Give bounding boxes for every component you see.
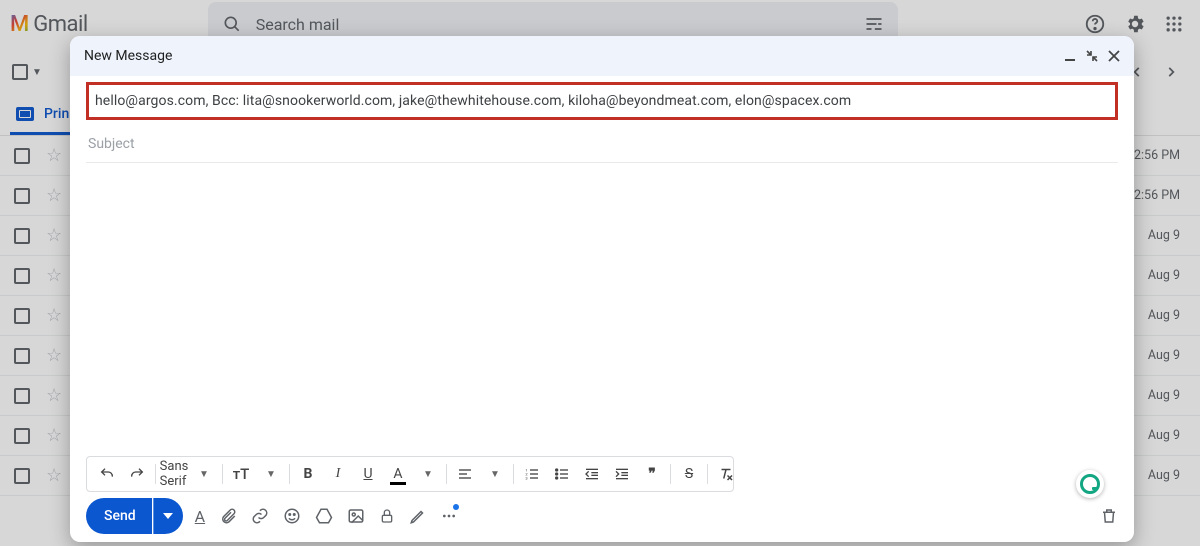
star-icon[interactable]: ☆	[46, 225, 62, 246]
compose-title: New Message	[84, 48, 172, 64]
star-icon[interactable]: ☆	[46, 345, 62, 366]
bold-button[interactable]: B	[294, 460, 322, 488]
select-all[interactable]: ▼	[12, 64, 42, 80]
star-icon[interactable]: ☆	[46, 465, 62, 486]
align-button[interactable]	[451, 460, 479, 488]
star-icon[interactable]: ☆	[46, 265, 62, 286]
row-checkbox[interactable]	[14, 228, 30, 244]
underline-button[interactable]: U	[354, 460, 382, 488]
text-color-button[interactable]: A	[384, 460, 412, 488]
row-date: Aug 9	[1148, 268, 1186, 283]
gmail-m-icon: M	[10, 12, 29, 37]
subject-placeholder: Subject	[88, 136, 135, 152]
row-checkbox[interactable]	[14, 308, 30, 324]
italic-button[interactable]: I	[324, 460, 352, 488]
clear-formatting-button[interactable]	[712, 460, 740, 488]
row-date: Aug 9	[1148, 228, 1186, 243]
bullet-list-button[interactable]	[548, 460, 576, 488]
star-icon[interactable]: ☆	[46, 385, 62, 406]
row-date: 12:56 PM	[1127, 148, 1186, 163]
font-family-select[interactable]: Sans Serif	[160, 460, 188, 488]
recipients-field[interactable]: hello@argos.com, Bcc: lita@snookerworld.…	[86, 82, 1118, 120]
dropdown-caret-icon: ▼	[32, 67, 42, 78]
help-icon[interactable]	[1084, 13, 1106, 35]
gmail-word: Gmail	[33, 12, 87, 37]
more-icon[interactable]	[441, 508, 457, 524]
redo-icon[interactable]	[123, 460, 151, 488]
row-checkbox[interactable]	[14, 268, 30, 284]
recipients-value: hello@argos.com, Bcc: lita@snookerworld.…	[95, 93, 851, 109]
inbox-icon	[16, 107, 34, 121]
search-icon	[222, 14, 242, 34]
emoji-icon[interactable]	[283, 507, 301, 525]
star-icon[interactable]: ☆	[46, 185, 62, 206]
chevron-down-icon: ▼	[414, 460, 442, 488]
drive-icon[interactable]	[315, 507, 333, 525]
svg-text:3: 3	[525, 475, 527, 480]
checkbox-icon	[12, 64, 28, 80]
send-options-button[interactable]	[153, 498, 183, 534]
pen-icon[interactable]	[409, 507, 427, 525]
quote-button[interactable]: ❞	[638, 460, 666, 488]
ordered-list-button[interactable]: 123	[518, 460, 546, 488]
confidential-icon[interactable]	[379, 507, 395, 525]
strikethrough-button[interactable]: S	[675, 460, 703, 488]
formatting-toggle-icon[interactable]: A	[195, 507, 205, 526]
row-checkbox[interactable]	[14, 348, 30, 364]
chevron-down-icon: ▼	[481, 460, 509, 488]
font-size-select[interactable]: тT	[227, 460, 255, 488]
chevron-down-icon: ▼	[190, 460, 218, 488]
row-date: 12:56 PM	[1127, 188, 1186, 203]
row-checkbox[interactable]	[14, 148, 30, 164]
tab-primary[interactable]: Prin	[10, 96, 75, 135]
row-checkbox[interactable]	[14, 188, 30, 204]
row-date: Aug 9	[1148, 428, 1186, 443]
formatting-toolbar: Sans Serif ▼ тT▼ B I U A▼ ▼ 123 ❞ S	[86, 456, 734, 492]
image-icon[interactable]	[347, 507, 365, 525]
row-checkbox[interactable]	[14, 468, 30, 484]
star-icon[interactable]: ☆	[46, 305, 62, 326]
subject-field[interactable]: Subject	[86, 126, 1118, 163]
apps-icon[interactable]	[1164, 14, 1184, 34]
search-placeholder: Search mail	[256, 15, 340, 34]
star-icon[interactable]: ☆	[46, 425, 62, 446]
tab-label: Prin	[44, 106, 69, 122]
row-date: Aug 9	[1148, 468, 1186, 483]
link-icon[interactable]	[251, 507, 269, 525]
compose-window: New Message hello@argos.com, Bcc: lita@s…	[70, 36, 1134, 542]
attach-icon[interactable]	[219, 507, 237, 525]
next-page-icon[interactable]	[1164, 65, 1178, 79]
discard-draft-icon[interactable]	[1100, 507, 1118, 525]
fullscreen-exit-icon[interactable]	[1086, 50, 1098, 62]
compose-body[interactable]	[86, 163, 1118, 456]
row-date: Aug 9	[1148, 308, 1186, 323]
tune-icon[interactable]	[864, 14, 884, 34]
chevron-down-icon: ▼	[257, 460, 285, 488]
indent-more-button[interactable]	[608, 460, 636, 488]
send-button[interactable]: Send	[86, 498, 152, 534]
indent-less-button[interactable]	[578, 460, 606, 488]
row-checkbox[interactable]	[14, 388, 30, 404]
undo-icon[interactable]	[93, 460, 121, 488]
close-icon[interactable]	[1108, 50, 1120, 62]
compose-actions: Send A	[86, 498, 1118, 534]
row-date: Aug 9	[1148, 388, 1186, 403]
minimize-icon[interactable]	[1064, 50, 1076, 62]
row-date: Aug 9	[1148, 348, 1186, 363]
star-icon[interactable]: ☆	[46, 145, 62, 166]
row-checkbox[interactable]	[14, 428, 30, 444]
gear-icon[interactable]	[1124, 13, 1146, 35]
gmail-logo[interactable]: M Gmail	[10, 12, 88, 37]
compose-header[interactable]: New Message	[70, 36, 1134, 76]
grammarly-icon[interactable]	[1076, 470, 1104, 498]
